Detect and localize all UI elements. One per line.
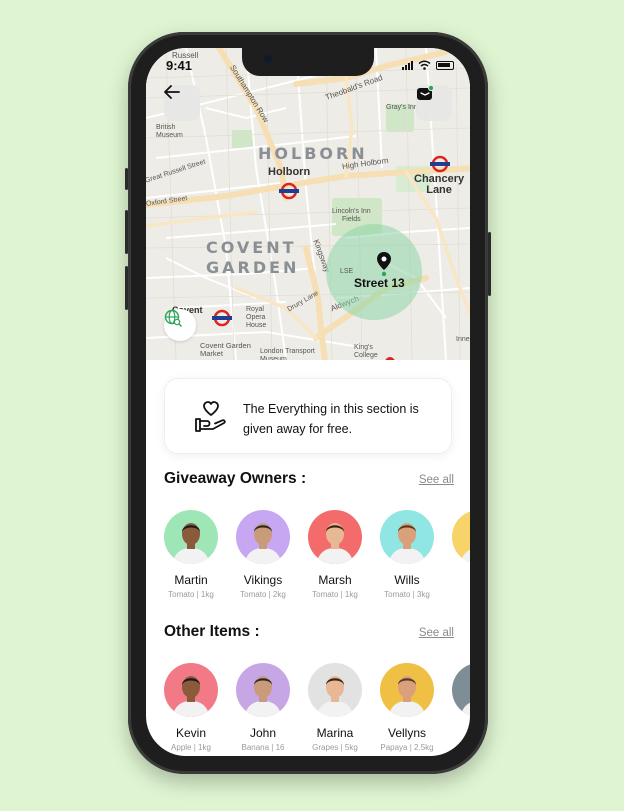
map-label-kings-college: King's College: [354, 344, 378, 359]
location-pin-icon[interactable]: [377, 252, 391, 276]
avatar: [308, 663, 362, 717]
person-item-meta: Grapes | 5kg: [312, 743, 358, 752]
info-text: The Everything in this section is given …: [243, 402, 419, 436]
globe-search-icon: [164, 309, 182, 327]
avatar: [164, 510, 218, 564]
back-button[interactable]: [164, 85, 200, 121]
map-label-grays-inn: Gray's Inn: [386, 104, 418, 111]
person-item-meta: Banana | 16: [241, 743, 285, 752]
avatar: [452, 510, 470, 564]
map-label-inner-partial: Inner: [456, 336, 470, 343]
locate-button[interactable]: [164, 309, 196, 341]
person-name: Martin: [174, 573, 208, 587]
person-item-meta: Tomato | 1kg: [312, 590, 358, 599]
front-camera: [264, 55, 272, 63]
person-card[interactable]: Vikings Tomato | 2kg: [236, 510, 290, 599]
person-name: Vellyns: [387, 726, 427, 740]
avatar: [452, 663, 470, 717]
section-title-other-items: Other Items :: [164, 623, 260, 640]
map-label-lse: LSE: [340, 268, 354, 275]
hand-heart-icon: [195, 401, 226, 432]
person-card[interactable]: John Banana | 16: [236, 663, 290, 752]
person-name: Wills: [394, 573, 420, 587]
app-screen: Russell British Museum Theobald's Road S…: [146, 48, 470, 756]
person-card[interactable]: Marsh Tomato | 1kg: [308, 510, 362, 599]
map-label-british-museum: British Museum: [156, 124, 183, 139]
person-name: John: [249, 726, 277, 740]
arrow-left-icon: [164, 85, 180, 99]
person-item-meta: Tom: [440, 590, 470, 599]
avatar: [236, 663, 290, 717]
person-name: Marina: [316, 726, 354, 740]
person-card[interactable]: [452, 663, 470, 726]
other-items-list[interactable]: Kevin Apple | 1kg John Banana | 16 Marina G…: [164, 663, 470, 756]
avatar: [380, 510, 434, 564]
person-item-meta: Tomato | 1kg: [168, 590, 214, 599]
person-card[interactable]: FiTom: [452, 510, 470, 599]
wifi-icon: [418, 60, 431, 70]
status-time: 9:41: [166, 58, 193, 73]
see-all-giveaway-owners-link[interactable]: See all: [419, 474, 454, 486]
person-item-meta: Tomato | 2kg: [240, 590, 286, 599]
pin-label: Street 13: [354, 276, 405, 290]
battery-icon: [436, 60, 454, 70]
person-item-meta: Papaya | 2.5kg: [380, 743, 434, 752]
map-view[interactable]: Russell British Museum Theobald's Road S…: [146, 48, 470, 360]
volume-down-button: [125, 266, 128, 310]
section-title-giveaway-owners: Giveaway Owners :: [164, 470, 307, 487]
map-label-holborn-station: Holborn: [268, 166, 311, 178]
person-name: Kevin: [175, 726, 207, 740]
avatar: [164, 663, 218, 717]
person-card[interactable]: Kevin Apple | 1kg: [164, 663, 218, 752]
wallet-button[interactable]: [416, 85, 452, 121]
avatar: [380, 663, 434, 717]
map-label-royal-opera: Royal Opera House: [246, 306, 267, 329]
person-card[interactable]: Marina Grapes | 5kg: [308, 663, 362, 752]
wallet-icon: [417, 85, 434, 100]
avatar: [236, 510, 290, 564]
map-label-london-transport: London Transport Museum: [260, 348, 315, 360]
map-label-lincolns-inn: Lincoln's Inn Fields: [332, 208, 371, 223]
status-icons: [402, 60, 454, 70]
person-card[interactable]: Vellyns Papaya | 2.5kg: [380, 663, 434, 752]
person-card[interactable]: Martin Tomato | 1kg: [164, 510, 218, 599]
signal-icon: [402, 60, 413, 70]
info-card: The Everything in this section is given …: [164, 378, 452, 454]
notch: [242, 48, 374, 76]
power-button: [488, 232, 491, 296]
person-item-meta: Apple | 1kg: [171, 743, 211, 752]
person-item-meta: Tomato | 3kg: [384, 590, 430, 599]
person-name: Vikings: [243, 573, 283, 587]
person-name: Marsh: [318, 573, 352, 587]
see-all-other-items-link[interactable]: See all: [419, 627, 454, 639]
volume-up-button: [125, 210, 128, 254]
map-label-covent-garden-area: COVENT GARDEN: [206, 238, 300, 277]
person-name: Fi: [442, 573, 470, 587]
giveaway-owners-list[interactable]: Martin Tomato | 1kg Vikings Tomato | 2kg M…: [164, 510, 470, 606]
silent-switch: [125, 168, 128, 190]
avatar: [308, 510, 362, 564]
map-label-chancery-lane: Chancery Lane: [414, 173, 465, 196]
map-label-covent-garden-market: Covent Garden Market: [200, 341, 251, 358]
person-card[interactable]: Wills Tomato | 3kg: [380, 510, 434, 599]
